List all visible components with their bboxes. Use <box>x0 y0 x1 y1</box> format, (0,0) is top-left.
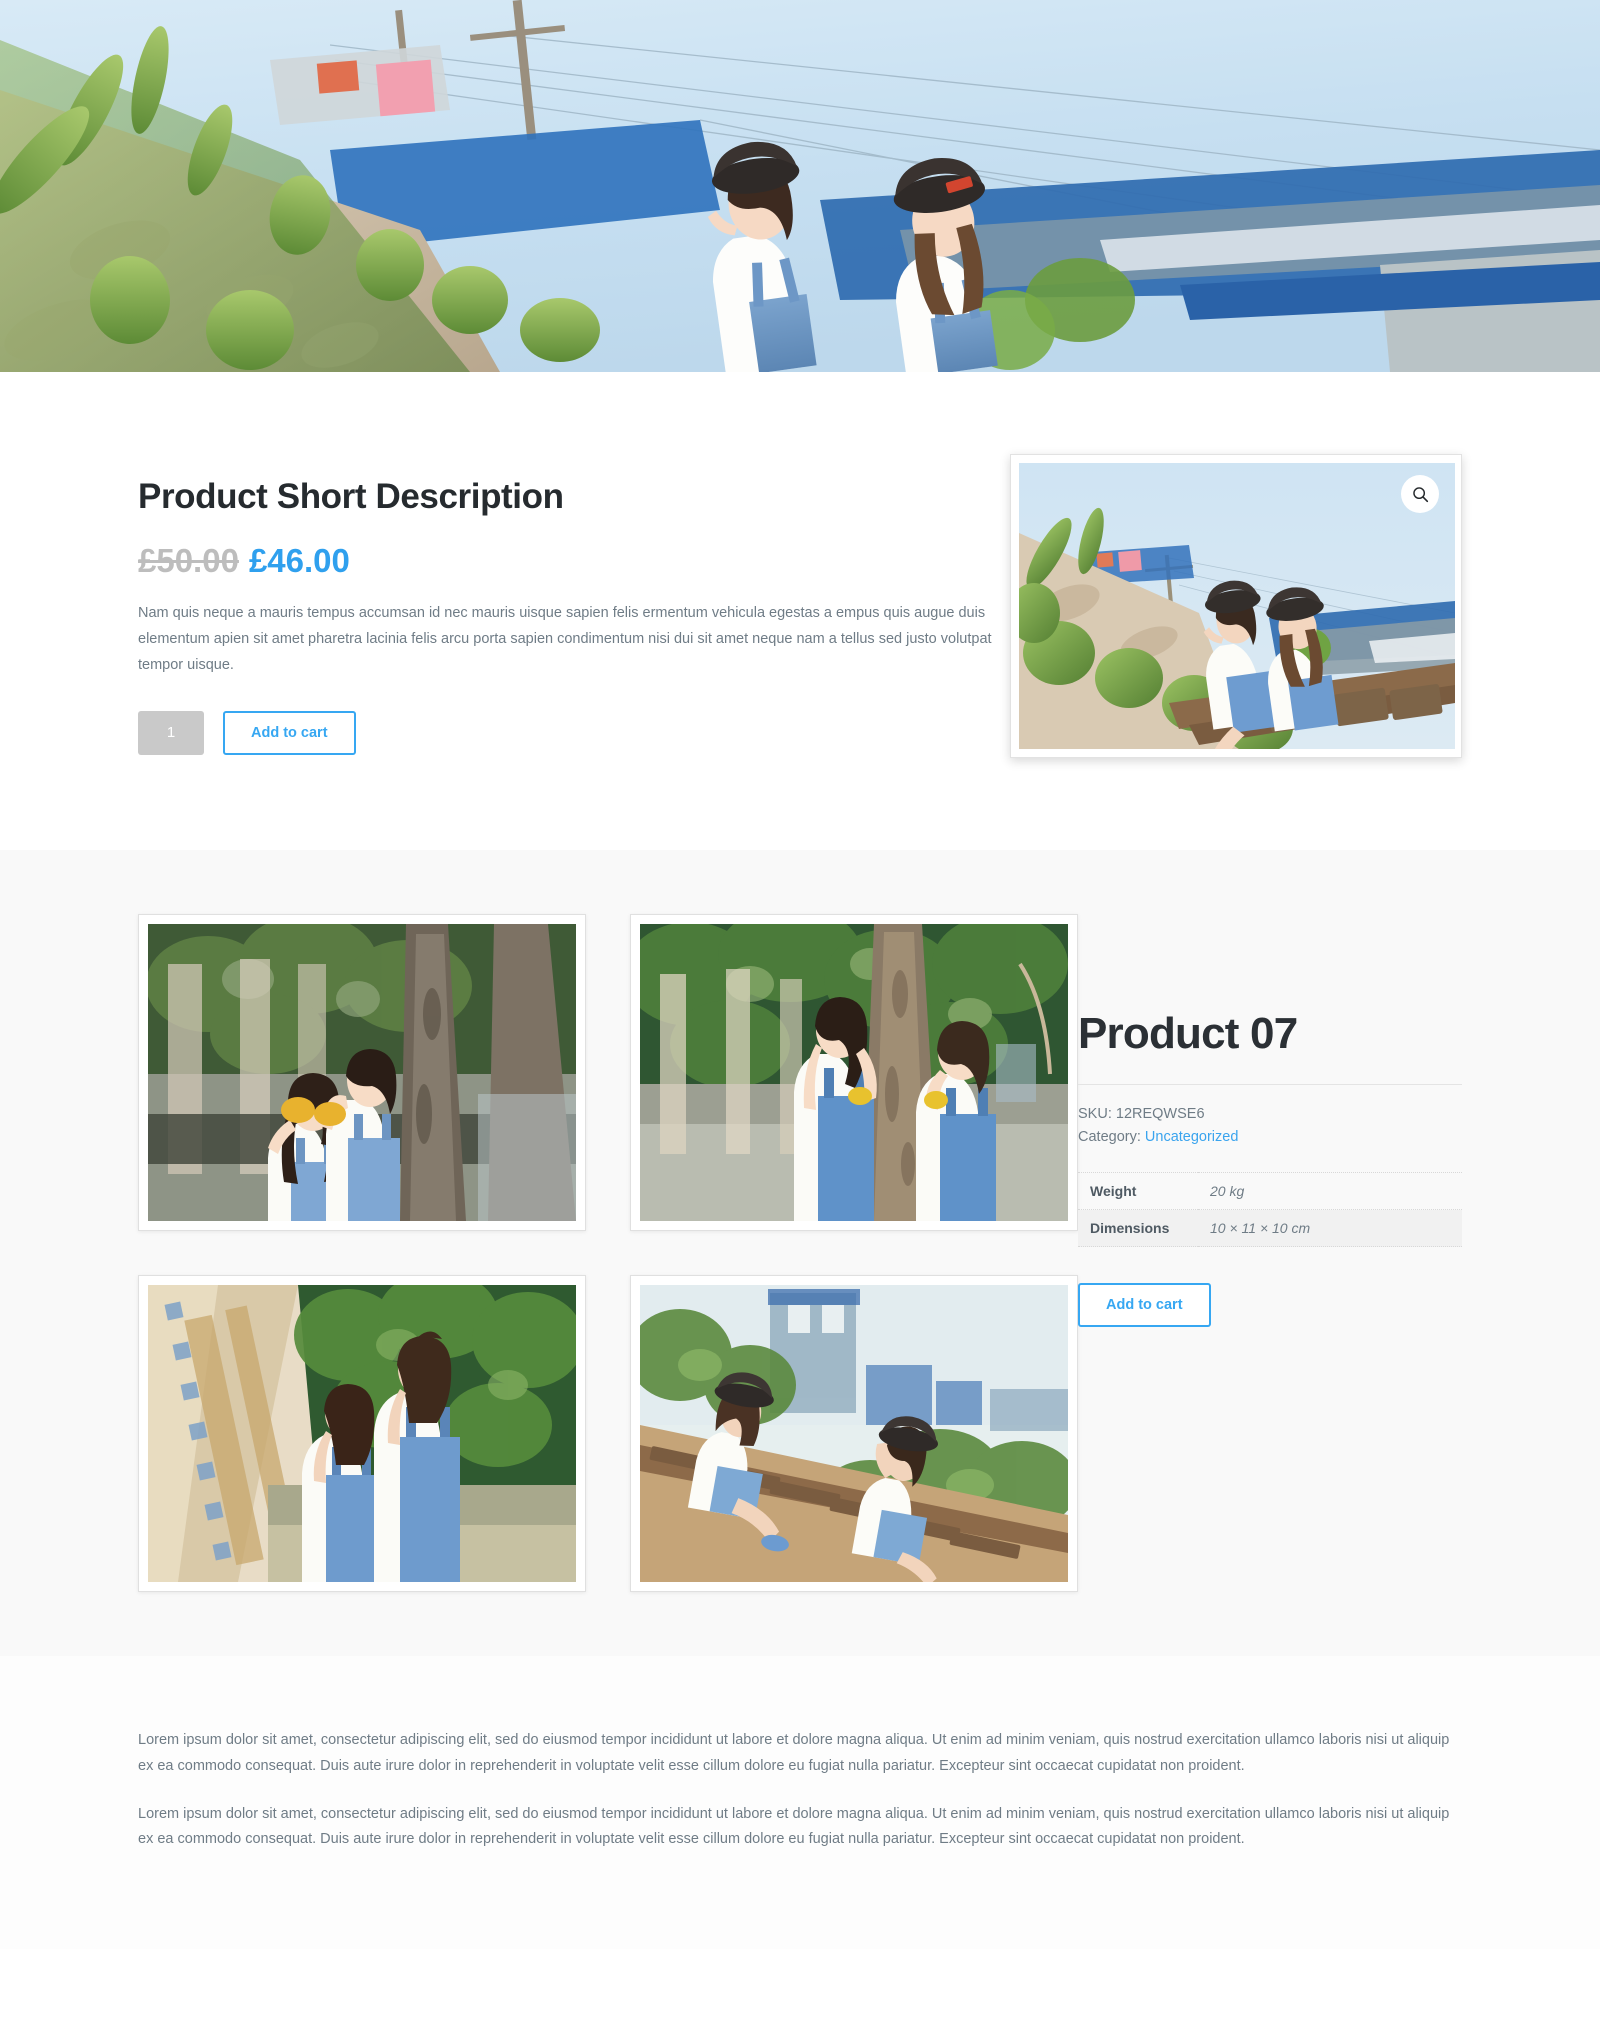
attribute-name: Dimensions <box>1090 1220 1170 1237</box>
category-label: Category: <box>1078 1128 1141 1145</box>
main-product-image[interactable] <box>1010 454 1462 758</box>
gallery-details-section: Product 07 SKU: 12REQWSE6 Category: Unca… <box>0 850 1600 1656</box>
category-line: Category: Uncategorized <box>1078 1126 1462 1148</box>
add-to-cart-button[interactable]: Add to cart <box>223 710 356 755</box>
gallery-photo-4 <box>640 1285 1068 1582</box>
footer-paragraph: Lorem ipsum dolor sit amet, consectetur … <box>138 1805 1450 1848</box>
quantity-input[interactable] <box>138 710 204 755</box>
product-title: Product 07 <box>1078 1009 1298 1058</box>
product-summary-section: Product Short Description £50.00 £46.00 N… <box>0 372 1600 850</box>
table-row: Weight 20 kg <box>1078 1172 1462 1210</box>
gallery-photo-1 <box>148 924 576 1221</box>
price-original: £50.00 <box>138 542 239 579</box>
gallery-item[interactable] <box>630 1275 1078 1592</box>
hero-image <box>0 0 1600 372</box>
main-product-photo <box>1019 463 1455 749</box>
add-to-cart-button-details[interactable]: Add to cart <box>1078 1283 1211 1328</box>
attribute-value: 10 × 11 × 10 cm <box>1210 1220 1311 1237</box>
gallery-photo-2 <box>640 924 1068 1221</box>
gallery-item[interactable] <box>138 914 586 1231</box>
attribute-value: 20 kg <box>1210 1183 1245 1200</box>
gallery-photo-3 <box>148 1285 576 1582</box>
price-sale: £46.00 <box>248 542 350 579</box>
sku-label: SKU: <box>1078 1106 1112 1123</box>
add-to-cart-form: Add to cart <box>138 710 1010 755</box>
footer-paragraph: Lorem ipsum dolor sit amet, consectetur … <box>138 1732 1450 1774</box>
product-summary-text: Product Short Description £50.00 £46.00 N… <box>138 454 1010 755</box>
divider <box>1078 1084 1462 1086</box>
sku-line: SKU: 12REQWSE6 <box>1078 1103 1462 1125</box>
description-section: Lorem ipsum dolor sit amet, consectetur … <box>0 1656 1600 1950</box>
short-description: Nam quis neque a mauris tempus accumsan … <box>138 605 992 673</box>
gallery-item[interactable] <box>138 1275 586 1592</box>
attribute-name: Weight <box>1090 1183 1137 1200</box>
gallery-item[interactable] <box>630 914 1078 1231</box>
sku-value: 12REQWSE6 <box>1115 1106 1205 1123</box>
page-title: Product Short Description <box>138 477 564 516</box>
product-gallery <box>138 914 1078 1592</box>
category-link[interactable]: Uncategorized <box>1145 1129 1239 1145</box>
hero-banner <box>0 0 1600 372</box>
price-block: £50.00 £46.00 <box>138 540 1010 581</box>
product-details: Product 07 SKU: 12REQWSE6 Category: Unca… <box>1078 914 1462 1328</box>
zoom-image-button[interactable] <box>1401 475 1439 513</box>
table-row: Dimensions 10 × 11 × 10 cm <box>1078 1209 1462 1247</box>
search-icon <box>1412 486 1428 502</box>
attributes-table: Weight 20 kg Dimensions 10 × 11 × 10 cm <box>1078 1172 1462 1247</box>
